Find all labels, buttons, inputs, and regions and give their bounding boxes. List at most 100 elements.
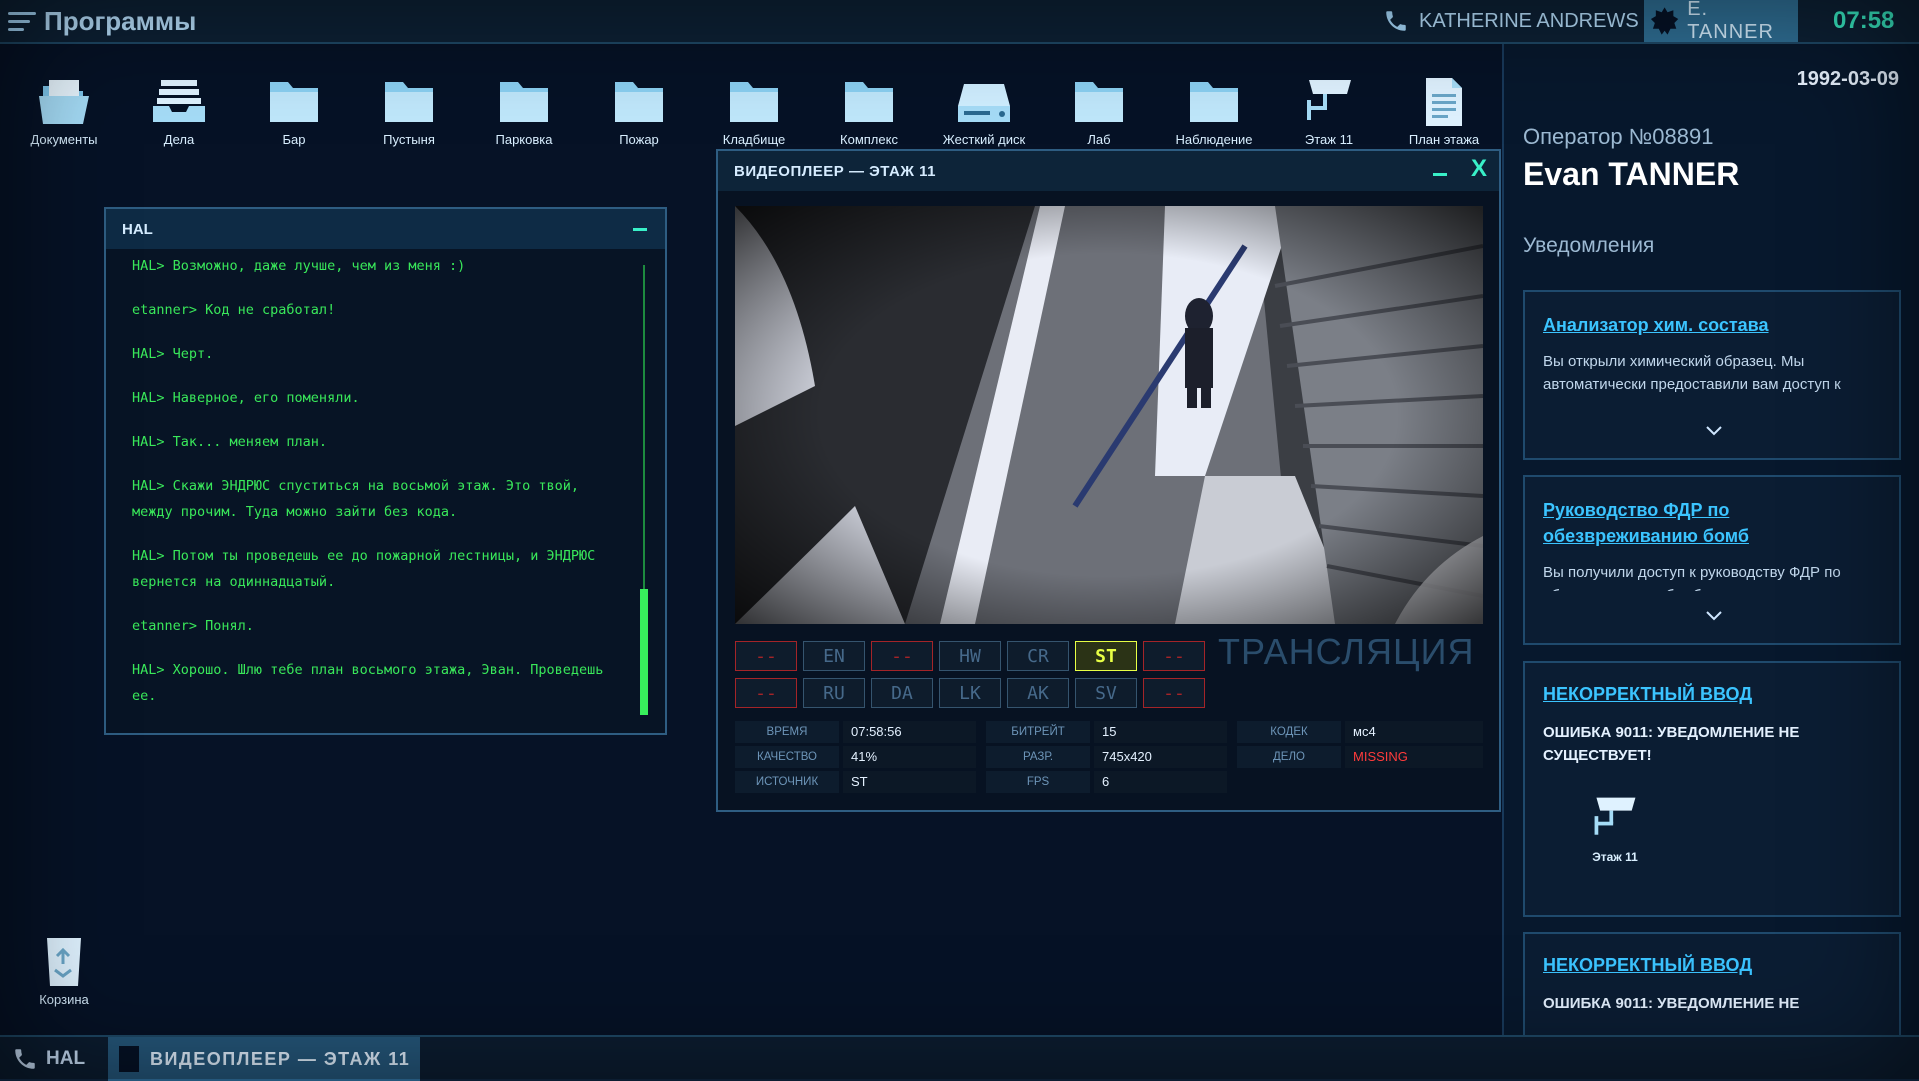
stat-value-quality: 41% [843, 746, 976, 768]
desktop-icon-complex[interactable]: Комплекс [819, 76, 919, 147]
chat-line: etanner> Понял. [132, 618, 254, 634]
channel-button-en[interactable]: EN [803, 641, 865, 671]
stat-value-resolution: 745x420 [1094, 746, 1227, 768]
desktop-icon-surveillance[interactable]: Наблюдение [1164, 76, 1264, 147]
chevron-down-icon[interactable] [1705, 422, 1723, 440]
desktop-icon-label: План этажа [1408, 132, 1480, 147]
channel-button[interactable]: -- [1143, 641, 1205, 671]
desktop-icon-floor-11[interactable]: Этаж 11 [1279, 76, 1379, 147]
document-icon [1426, 78, 1462, 126]
folder-icon [845, 82, 893, 122]
security-camera-icon [1307, 80, 1351, 120]
channel-button-st[interactable]: ST [1075, 641, 1137, 671]
camera-feed [735, 206, 1483, 624]
notification-title[interactable]: Руководство ФДР по [1543, 497, 1729, 523]
video-player-titlebar[interactable]: ВИДЕОПЛЕЕР — ЭТАЖ 11 X [718, 151, 1499, 191]
desktop-icon-lab[interactable]: Лаб [1049, 76, 1149, 147]
stat-value-codec: мс4 [1345, 721, 1483, 743]
desktop-icon-label: Пустыня [383, 132, 435, 147]
user-badge-icon [1650, 7, 1679, 35]
attachment-label: Этаж 11 [1592, 850, 1638, 864]
attachment-floor-11[interactable]: Этаж 11 [1575, 793, 1655, 864]
security-camera-icon [1594, 797, 1636, 835]
stat-value-bitrate: 15 [1094, 721, 1227, 743]
taskbar-video-player-button[interactable]: ВИДЕОПЛЕЕР — ЭТАЖ 11 [108, 1037, 420, 1081]
stat-value-fps: 6 [1094, 771, 1227, 793]
chat-line: HAL> Черт. [132, 346, 214, 362]
desktop-icon-floor-plan[interactable]: План этажа [1394, 76, 1494, 147]
desktop-icon-label: Лаб [1087, 132, 1111, 147]
desktop-icon-recycle-bin[interactable]: Корзина [14, 934, 114, 1007]
user-name: E. TANNER [1687, 0, 1774, 43]
desktop-icon-fire[interactable]: Пожар [589, 76, 689, 147]
close-icon[interactable]: X [1471, 155, 1487, 183]
operator-number: Оператор №08891 [1523, 124, 1714, 149]
notification-title[interactable]: НЕКОРРЕКТНЫЙ ВВОД [1543, 681, 1752, 707]
desktop-icon-label: Комплекс [840, 132, 898, 147]
top-bar: Программы KATHERINE ANDREWS E. TANNER 07… [0, 0, 1919, 44]
desktop-icon-cases[interactable]: Дела [129, 76, 229, 147]
desktop-icon-bar[interactable]: Бар [244, 76, 344, 147]
desktop-icon-label: Этаж 11 [1304, 132, 1354, 147]
chat-line: HAL> Хорошо. Шлю тебе план восьмого этаж… [132, 662, 604, 704]
desktop-icon-label: Бар [282, 132, 306, 147]
notification-body: СУЩЕСТВУЕТ! [1543, 747, 1652, 764]
desktop-icon-label: Пожар [619, 132, 659, 147]
desktop-icon-parking[interactable]: Парковка [474, 76, 574, 147]
notification-body: Вы открыли химический образец. Мы автома… [1543, 353, 1841, 393]
taskbar-hal-button[interactable]: HAL [12, 1037, 85, 1081]
folder-icon [1075, 82, 1123, 122]
channel-button-sv[interactable]: SV [1075, 678, 1137, 708]
channel-button-da[interactable]: DA [871, 678, 933, 708]
stat-label-case: ДЕЛО [1237, 746, 1341, 768]
hal-chat-log: HAL> Возможно, даже лучше, чем из меня :… [132, 253, 612, 727]
desktop-icon-label: Кладбище [722, 132, 786, 147]
notification-card[interactable]: НЕКОРРЕКТНЫЙ ВВОД ОШИБКА 9011: УВЕДОМЛЕН… [1523, 932, 1901, 1035]
hal-window: HAL HAL> Возможно, даже лучше, чем из ме… [104, 207, 667, 735]
notification-card[interactable]: Анализатор хим. состава Вы открыли химич… [1523, 290, 1901, 460]
channel-button-cr[interactable]: CR [1007, 641, 1069, 671]
desktop-icon-cemetery[interactable]: Кладбище [704, 76, 804, 147]
hal-titlebar[interactable]: HAL [106, 209, 665, 249]
notification-title[interactable]: Анализатор хим. состава [1543, 312, 1769, 338]
desktop-icon-desert[interactable]: Пустыня [359, 76, 459, 147]
minimize-icon[interactable] [633, 228, 647, 231]
programs-menu-button[interactable]: Программы [8, 4, 196, 38]
folder-icon [615, 82, 663, 122]
folder-icon [500, 82, 548, 122]
hal-scrollbar-thumb[interactable] [640, 589, 648, 715]
notification-title[interactable]: НЕКОРРЕКТНЫЙ ВВОД [1543, 952, 1752, 978]
notification-card[interactable]: НЕКОРРЕКТНЫЙ ВВОД ОШИБКА 9011: УВЕДОМЛЕН… [1523, 661, 1901, 917]
channel-button-ak[interactable]: AK [1007, 678, 1069, 708]
chat-line: HAL> Возможно, даже лучше, чем из меня :… [132, 258, 466, 274]
notification-card[interactable]: Руководство ФДР по обезвреживанию бомб В… [1523, 475, 1901, 645]
user-chip[interactable]: E. TANNER [1644, 0, 1798, 43]
channel-button-lk[interactable]: LK [939, 678, 1001, 708]
notification-body: Вы получили доступ к руководству ФДР по … [1543, 564, 1841, 591]
channel-button[interactable]: -- [871, 641, 933, 671]
stat-value-source: ST [843, 771, 976, 793]
desktop-icon-documents[interactable]: Документы [14, 76, 114, 147]
folder-open-icon [39, 80, 89, 124]
stat-label-resolution: РАЗР. [986, 746, 1090, 768]
minimize-icon[interactable] [1433, 173, 1447, 176]
menu-icon [8, 11, 36, 31]
desktop-icon-label: Документы [30, 132, 98, 147]
channel-button-ru[interactable]: RU [803, 678, 865, 708]
stat-label-source: ИСТОЧНИК [735, 771, 839, 793]
chevron-down-icon[interactable] [1705, 607, 1723, 625]
folder-icon [1190, 82, 1238, 122]
channel-button-hw[interactable]: HW [939, 641, 1001, 671]
chat-line: etanner> Код не сработал! [132, 302, 336, 318]
channel-button[interactable]: -- [735, 678, 797, 708]
chat-line: HAL> Потом ты проведешь ее до пожарной л… [132, 548, 596, 590]
contact-call-button[interactable]: KATHERINE ANDREWS [1383, 0, 1639, 42]
notification-title[interactable]: обезвреживанию бомб [1543, 523, 1749, 549]
desktop-icon-label: Наблюдение [1175, 132, 1253, 147]
desktop-icon-hard-drive[interactable]: Жесткий диск [934, 76, 1034, 147]
channel-button[interactable]: -- [1143, 678, 1205, 708]
channel-button[interactable]: -- [735, 641, 797, 671]
notification-body: ОШИБКА 9011: УВЕДОМЛЕНИЕ НЕ [1543, 995, 1800, 1012]
taskbar: HAL ВИДЕОПЛЕЕР — ЭТАЖ 11 [0, 1035, 1919, 1081]
video-file-icon [119, 1046, 139, 1072]
